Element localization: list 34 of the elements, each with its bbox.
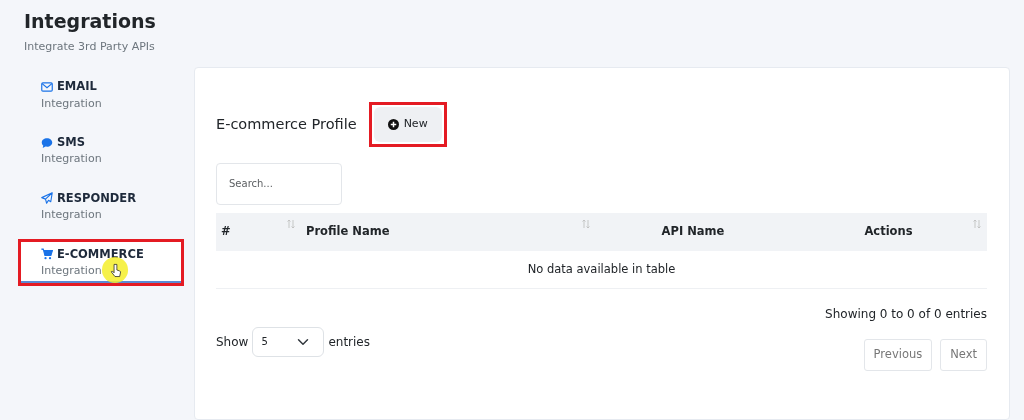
sort-icon: [582, 218, 590, 229]
item-label: RESPONDER: [57, 189, 137, 207]
table-info: Showing 0 to 0 of 0 entries: [825, 306, 987, 324]
item-sublabel: Integration: [41, 262, 102, 279]
chat-bubble-icon: [41, 136, 53, 149]
empty-message: No data available in table: [216, 250, 987, 289]
sidebar-item[interactable]: E-COMMERCE Integration: [18, 238, 184, 287]
sidebar-item[interactable]: SMS Integration: [18, 127, 184, 175]
paper-plane-icon: [41, 192, 53, 205]
item-label: EMAIL: [57, 78, 97, 96]
cart-icon: [41, 248, 53, 261]
page-length-select[interactable]: 5: [252, 326, 325, 357]
length-label: Show: [216, 333, 249, 351]
length-label: entries: [328, 333, 370, 351]
new-button[interactable]: New: [373, 107, 442, 142]
item-sublabel: Integration: [41, 207, 102, 224]
search-field[interactable]: Search...: [216, 162, 342, 205]
item-sublabel: Integration: [41, 151, 102, 168]
sort-icon: [973, 218, 981, 229]
envelope-icon: [41, 80, 53, 93]
item-label: E-COMMERCE: [57, 245, 144, 263]
panel-title: E-commerce Profile: [216, 114, 357, 134]
column-header[interactable]: Actions: [791, 212, 987, 251]
page-title: Integrations: [24, 10, 157, 33]
item-label: SMS: [57, 134, 85, 152]
column-header[interactable]: API Name: [596, 212, 791, 251]
page-subtitle: Integrate 3rd Party APIs: [24, 38, 156, 55]
column-header[interactable]: Profile Name: [301, 212, 596, 251]
sidebar-item[interactable]: RESPONDER Integration: [18, 182, 184, 231]
sidebar-item[interactable]: EMAIL Integration: [18, 71, 184, 120]
column-header[interactable]: #: [216, 212, 301, 251]
plus-circle-icon: [387, 119, 399, 131]
item-sublabel: Integration: [41, 95, 102, 112]
sort-icon: [287, 218, 295, 229]
